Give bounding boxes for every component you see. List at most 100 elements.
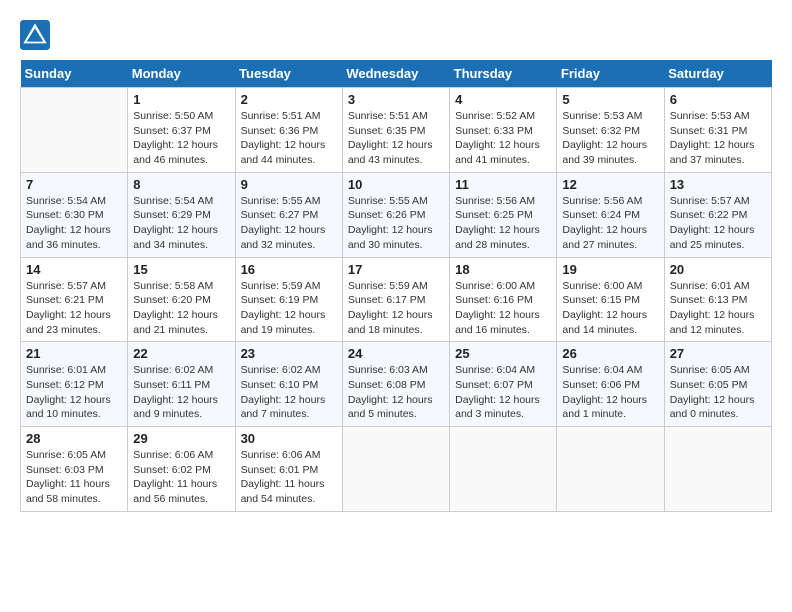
day-number: 2 <box>241 92 337 107</box>
page-header <box>20 20 772 50</box>
day-detail: Sunrise: 5:57 AM Sunset: 6:22 PM Dayligh… <box>670 194 766 253</box>
calendar-cell <box>21 88 128 173</box>
day-number: 6 <box>670 92 766 107</box>
calendar-cell: 27Sunrise: 6:05 AM Sunset: 6:05 PM Dayli… <box>664 342 771 427</box>
calendar-cell: 15Sunrise: 5:58 AM Sunset: 6:20 PM Dayli… <box>128 257 235 342</box>
calendar-week-3: 14 Sunrise: 5:57 AM Sunset: 6:21 PM Dayli… <box>21 257 772 342</box>
day-detail: Sunrise: 5:55 AM Sunset: 6:27 PM Dayligh… <box>241 194 337 253</box>
day-detail: Sunrise: 5:59 AM Sunset: 6:17 PM Dayligh… <box>348 279 444 338</box>
day-detail: Sunrise: 6:04 AM Sunset: 6:07 PM Dayligh… <box>455 363 551 422</box>
calendar-cell: 30Sunrise: 6:06 AM Sunset: 6:01 PM Dayli… <box>235 427 342 512</box>
calendar-cell: 9 Sunrise: 5:55 AM Sunset: 6:27 PM Daylig… <box>235 172 342 257</box>
day-number: 29 <box>133 431 229 446</box>
calendar-cell: 5Sunrise: 5:53 AM Sunset: 6:32 PM Daylig… <box>557 88 664 173</box>
calendar-cell: 2 Sunrise: 5:51 AM Sunset: 6:36 PM Daylig… <box>235 88 342 173</box>
day-number: 4 <box>455 92 551 107</box>
day-detail: Sunrise: 5:53 AM Sunset: 6:31 PM Dayligh… <box>670 109 766 168</box>
calendar-cell <box>557 427 664 512</box>
calendar-week-1: 1 Sunrise: 5:50 AM Sunset: 6:37 PM Daylig… <box>21 88 772 173</box>
weekday-thursday: Thursday <box>450 60 557 88</box>
calendar-cell: 24Sunrise: 6:03 AM Sunset: 6:08 PM Dayli… <box>342 342 449 427</box>
calendar-cell: 4 Sunrise: 5:52 AM Sunset: 6:33 PM Daylig… <box>450 88 557 173</box>
day-detail: Sunrise: 5:56 AM Sunset: 6:24 PM Dayligh… <box>562 194 658 253</box>
calendar-cell: 6 Sunrise: 5:53 AM Sunset: 6:31 PM Daylig… <box>664 88 771 173</box>
calendar-cell <box>342 427 449 512</box>
weekday-saturday: Saturday <box>664 60 771 88</box>
day-number: 16 <box>241 262 337 277</box>
calendar-cell: 19 Sunrise: 6:00 AM Sunset: 6:15 PM Dayli… <box>557 257 664 342</box>
weekday-wednesday: Wednesday <box>342 60 449 88</box>
day-number: 23 <box>241 346 337 361</box>
calendar-week-5: 28 Sunrise: 6:05 AM Sunset: 6:03 PM Dayli… <box>21 427 772 512</box>
calendar-cell: 13 Sunrise: 5:57 AM Sunset: 6:22 PM Dayli… <box>664 172 771 257</box>
calendar-cell: 8 Sunrise: 5:54 AM Sunset: 6:29 PM Daylig… <box>128 172 235 257</box>
day-detail: Sunrise: 6:03 AM Sunset: 6:08 PM Dayligh… <box>348 363 444 422</box>
calendar-cell: 25Sunrise: 6:04 AM Sunset: 6:07 PM Dayli… <box>450 342 557 427</box>
calendar-cell: 3 Sunrise: 5:51 AM Sunset: 6:35 PM Daylig… <box>342 88 449 173</box>
calendar-cell: 29 Sunrise: 6:06 AM Sunset: 6:02 PM Dayli… <box>128 427 235 512</box>
day-number: 12 <box>562 177 658 192</box>
calendar-cell: 22Sunrise: 6:02 AM Sunset: 6:11 PM Dayli… <box>128 342 235 427</box>
calendar-cell: 16 Sunrise: 5:59 AM Sunset: 6:19 PM Dayli… <box>235 257 342 342</box>
day-number: 5 <box>562 92 658 107</box>
calendar-table: SundayMondayTuesdayWednesdayThursdayFrid… <box>20 60 772 512</box>
day-detail: Sunrise: 5:59 AM Sunset: 6:19 PM Dayligh… <box>241 279 337 338</box>
day-detail: Sunrise: 5:51 AM Sunset: 6:36 PM Dayligh… <box>241 109 337 168</box>
weekday-monday: Monday <box>128 60 235 88</box>
day-number: 27 <box>670 346 766 361</box>
day-detail: Sunrise: 6:01 AM Sunset: 6:13 PM Dayligh… <box>670 279 766 338</box>
day-number: 10 <box>348 177 444 192</box>
day-number: 14 <box>26 262 122 277</box>
day-number: 26 <box>562 346 658 361</box>
calendar-cell: 26 Sunrise: 6:04 AM Sunset: 6:06 PM Dayli… <box>557 342 664 427</box>
calendar-cell: 23 Sunrise: 6:02 AM Sunset: 6:10 PM Dayli… <box>235 342 342 427</box>
day-number: 9 <box>241 177 337 192</box>
calendar-cell: 11 Sunrise: 5:56 AM Sunset: 6:25 PM Dayli… <box>450 172 557 257</box>
calendar-cell: 18 Sunrise: 6:00 AM Sunset: 6:16 PM Dayli… <box>450 257 557 342</box>
day-number: 15 <box>133 262 229 277</box>
calendar-cell: 14 Sunrise: 5:57 AM Sunset: 6:21 PM Dayli… <box>21 257 128 342</box>
day-detail: Sunrise: 5:57 AM Sunset: 6:21 PM Dayligh… <box>26 279 122 338</box>
day-detail: Sunrise: 6:00 AM Sunset: 6:16 PM Dayligh… <box>455 279 551 338</box>
weekday-sunday: Sunday <box>21 60 128 88</box>
day-detail: Sunrise: 6:06 AM Sunset: 6:02 PM Dayligh… <box>133 448 229 507</box>
calendar-header: SundayMondayTuesdayWednesdayThursdayFrid… <box>21 60 772 88</box>
day-number: 21 <box>26 346 122 361</box>
logo-icon <box>20 20 50 50</box>
logo <box>20 20 54 50</box>
calendar-cell: 1 Sunrise: 5:50 AM Sunset: 6:37 PM Daylig… <box>128 88 235 173</box>
day-number: 22 <box>133 346 229 361</box>
day-number: 18 <box>455 262 551 277</box>
day-number: 8 <box>133 177 229 192</box>
calendar-cell: 20 Sunrise: 6:01 AM Sunset: 6:13 PM Dayli… <box>664 257 771 342</box>
day-detail: Sunrise: 6:00 AM Sunset: 6:15 PM Dayligh… <box>562 279 658 338</box>
day-number: 11 <box>455 177 551 192</box>
day-number: 17 <box>348 262 444 277</box>
calendar-week-4: 21 Sunrise: 6:01 AM Sunset: 6:12 PM Dayli… <box>21 342 772 427</box>
day-number: 20 <box>670 262 766 277</box>
day-detail: Sunrise: 5:50 AM Sunset: 6:37 PM Dayligh… <box>133 109 229 168</box>
calendar-cell: 21 Sunrise: 6:01 AM Sunset: 6:12 PM Dayli… <box>21 342 128 427</box>
day-detail: Sunrise: 5:52 AM Sunset: 6:33 PM Dayligh… <box>455 109 551 168</box>
day-detail: Sunrise: 5:55 AM Sunset: 6:26 PM Dayligh… <box>348 194 444 253</box>
calendar-cell: 28 Sunrise: 6:05 AM Sunset: 6:03 PM Dayli… <box>21 427 128 512</box>
weekday-tuesday: Tuesday <box>235 60 342 88</box>
day-number: 19 <box>562 262 658 277</box>
day-detail: Sunrise: 6:01 AM Sunset: 6:12 PM Dayligh… <box>26 363 122 422</box>
day-number: 1 <box>133 92 229 107</box>
day-detail: Sunrise: 5:54 AM Sunset: 6:29 PM Dayligh… <box>133 194 229 253</box>
day-detail: Sunrise: 6:05 AM Sunset: 6:03 PM Dayligh… <box>26 448 122 507</box>
day-detail: Sunrise: 6:02 AM Sunset: 6:10 PM Dayligh… <box>241 363 337 422</box>
calendar-week-2: 7Sunrise: 5:54 AM Sunset: 6:30 PM Daylig… <box>21 172 772 257</box>
day-number: 13 <box>670 177 766 192</box>
day-number: 28 <box>26 431 122 446</box>
day-number: 30 <box>241 431 337 446</box>
day-detail: Sunrise: 6:04 AM Sunset: 6:06 PM Dayligh… <box>562 363 658 422</box>
day-detail: Sunrise: 5:51 AM Sunset: 6:35 PM Dayligh… <box>348 109 444 168</box>
calendar-cell: 12 Sunrise: 5:56 AM Sunset: 6:24 PM Dayli… <box>557 172 664 257</box>
weekday-friday: Friday <box>557 60 664 88</box>
day-detail: Sunrise: 5:54 AM Sunset: 6:30 PM Dayligh… <box>26 194 122 253</box>
day-number: 3 <box>348 92 444 107</box>
day-detail: Sunrise: 5:56 AM Sunset: 6:25 PM Dayligh… <box>455 194 551 253</box>
calendar-cell <box>664 427 771 512</box>
